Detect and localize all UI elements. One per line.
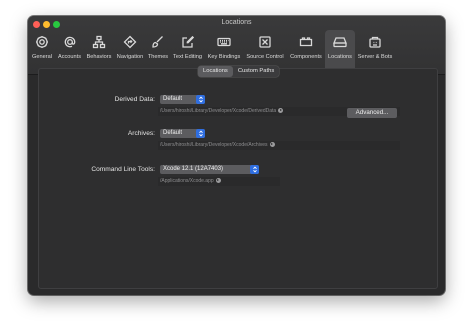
locations-segmented-control: Locations Custom Paths	[198, 66, 280, 77]
brush-icon	[151, 33, 165, 51]
tab-navigation[interactable]: Navigation	[115, 30, 145, 72]
popup-stepper-icon	[196, 129, 205, 138]
reveal-in-finder-icon[interactable]	[215, 177, 221, 183]
popup-stepper-icon	[196, 95, 205, 104]
reveal-in-finder-icon[interactable]	[269, 141, 275, 147]
tab-server-bots-label: Server & Bots	[357, 54, 393, 60]
tab-accounts[interactable]: Accounts	[56, 30, 83, 72]
derived-data-path-text: /Users/hiroshi/Library/Developer/Xcode/D…	[160, 108, 277, 114]
tab-components[interactable]: Components	[288, 30, 324, 72]
tab-components-label: Components	[290, 54, 322, 60]
archives-path: /Users/hiroshi/Library/Developer/Xcode/A…	[158, 141, 400, 150]
keyboard-icon	[217, 33, 231, 51]
tab-navigation-label: Navigation	[116, 54, 144, 60]
archives-label: Archives:	[127, 130, 155, 137]
navigation-icon	[123, 33, 137, 51]
source-control-icon	[258, 33, 272, 51]
reveal-in-finder-icon[interactable]	[278, 107, 284, 113]
server-icon	[368, 33, 382, 51]
tab-locations-label: Locations	[328, 54, 352, 60]
drive-icon	[333, 33, 347, 51]
tab-accounts-label: Accounts	[57, 54, 81, 60]
tab-source-control-label: Source Control	[246, 54, 284, 60]
tab-key-bindings-label: Key Bindings	[207, 54, 241, 60]
archives-value: Default	[163, 130, 183, 136]
components-icon	[299, 33, 313, 51]
tab-general[interactable]: General	[30, 30, 54, 72]
at-icon	[63, 33, 77, 51]
tab-locations-sub[interactable]: Locations	[198, 66, 233, 77]
locations-panel: Locations Custom Paths Derived Data: Def…	[38, 66, 438, 289]
popup-stepper-icon	[250, 165, 259, 174]
preferences-window: Locations General Accounts Behaviors Nav…	[28, 16, 445, 295]
archives-path-text: /Users/hiroshi/Library/Developer/Xcode/A…	[160, 142, 268, 148]
behaviors-icon	[92, 33, 106, 51]
command-line-tools-popup[interactable]: Xcode 12.1 (12A7403)	[160, 165, 259, 174]
edit-icon	[181, 33, 195, 51]
tab-themes[interactable]: Themes	[146, 30, 170, 72]
tab-themes-label: Themes	[147, 54, 169, 60]
gear-icon	[35, 33, 49, 51]
command-line-tools-path: /Applications/Xcode.app	[158, 177, 280, 186]
derived-data-label: Derived Data:	[114, 96, 155, 103]
command-line-tools-value: Xcode 12.1 (12A7403)	[163, 166, 224, 172]
derived-data-popup[interactable]: Default	[160, 95, 205, 104]
archives-popup[interactable]: Default	[160, 129, 205, 138]
tab-text-editing-label: Text Editing	[173, 54, 202, 60]
tab-custom-paths[interactable]: Custom Paths	[233, 66, 279, 77]
advanced-button[interactable]: Advanced...	[347, 108, 397, 118]
window-title: Locations	[221, 19, 252, 26]
tab-general-label: General	[32, 54, 52, 60]
tab-behaviors[interactable]: Behaviors	[84, 30, 114, 72]
derived-data-value: Default	[163, 96, 183, 102]
tab-server-bots[interactable]: Server & Bots	[356, 30, 394, 72]
tab-behaviors-label: Behaviors	[86, 54, 112, 60]
tab-locations[interactable]: Locations	[325, 30, 355, 72]
command-line-tools-path-text: /Applications/Xcode.app	[160, 178, 214, 184]
command-line-tools-label: Command Line Tools:	[91, 166, 155, 173]
